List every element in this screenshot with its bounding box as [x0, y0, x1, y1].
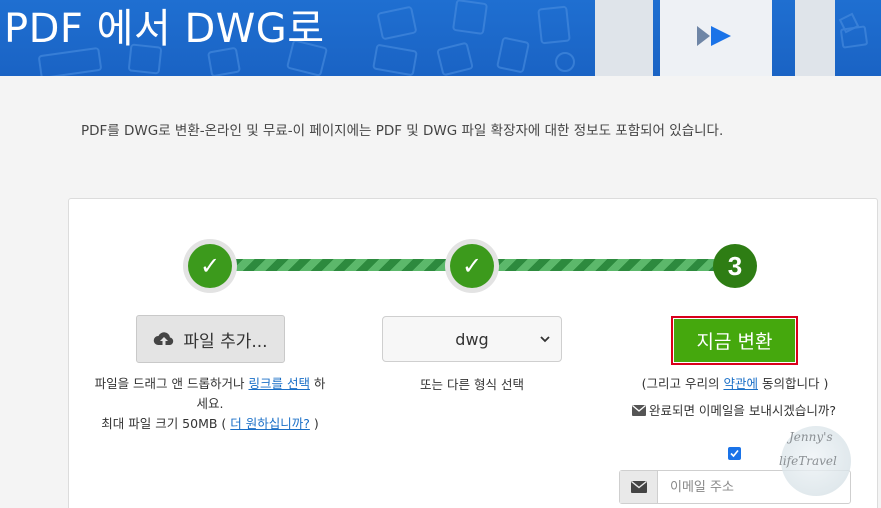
- convert-now-label: 지금 변환: [674, 319, 795, 362]
- drag-text: 파일을 드래그 앤 드롭하거나: [94, 376, 249, 391]
- want-more-link[interactable]: 더 원하십니까?: [230, 416, 310, 431]
- terms-link[interactable]: 약관에: [723, 376, 758, 391]
- file-icon-right: [795, 0, 835, 76]
- format-caption: 또는 다른 형식 선택: [420, 377, 524, 392]
- file-icon-left: [595, 0, 653, 76]
- header-banner: PDF 에서 DWG로: [0, 0, 881, 76]
- email-question-text: 완료되면 이메일을 보내시겠습니까?: [648, 403, 837, 418]
- terms-prefix: (그리고 우리의: [641, 376, 724, 391]
- convert-arrow-icon: [697, 26, 731, 46]
- add-file-label: 파일 추가...: [183, 331, 268, 352]
- chevron-down-icon: [540, 336, 550, 343]
- check-icon: ✓: [188, 244, 232, 288]
- email-input-group: [619, 470, 851, 504]
- email-question: 완료되면 이메일을 보내시겠습니까?: [620, 401, 848, 421]
- page-title: PDF 에서 DWG로: [4, 6, 325, 52]
- progress-track-2: [494, 259, 720, 271]
- convert-now-button[interactable]: 지금 변환: [671, 316, 798, 365]
- checkmark-icon: [730, 449, 739, 458]
- terms-suffix: 동의합니다 ): [758, 376, 829, 391]
- link-select-link[interactable]: 링크를 선택: [248, 376, 309, 391]
- email-input[interactable]: [658, 471, 850, 503]
- email-checkbox[interactable]: [728, 447, 741, 460]
- email-addon: [620, 471, 658, 503]
- envelope-icon: [630, 481, 647, 493]
- max-size-close: ): [309, 416, 319, 431]
- upload-help-text: 파일을 드래그 앤 드롭하거나 링크를 선택 하세요. 최대 파일 크기 50M…: [90, 374, 330, 434]
- step-1: ✓: [183, 239, 237, 293]
- intro-text: PDF를 DWG로 변환-온라인 및 무료-이 페이지에는 PDF 및 DWG …: [81, 123, 724, 139]
- step-2: ✓: [445, 239, 499, 293]
- cloud-upload-icon: [154, 332, 174, 346]
- step-number: 3: [713, 244, 757, 288]
- add-file-button[interactable]: 파일 추가...: [136, 315, 285, 363]
- format-selected-value: dwg: [455, 329, 489, 349]
- envelope-icon: [631, 405, 646, 416]
- format-select[interactable]: dwg: [382, 316, 562, 362]
- terms-text: (그리고 우리의 약관에 동의합니다 ): [610, 373, 860, 392]
- check-icon: ✓: [450, 244, 494, 288]
- step-3: 3: [708, 239, 762, 293]
- progress-track-1: [232, 259, 452, 271]
- max-size-text: 최대 파일 크기 50MB (: [101, 416, 231, 431]
